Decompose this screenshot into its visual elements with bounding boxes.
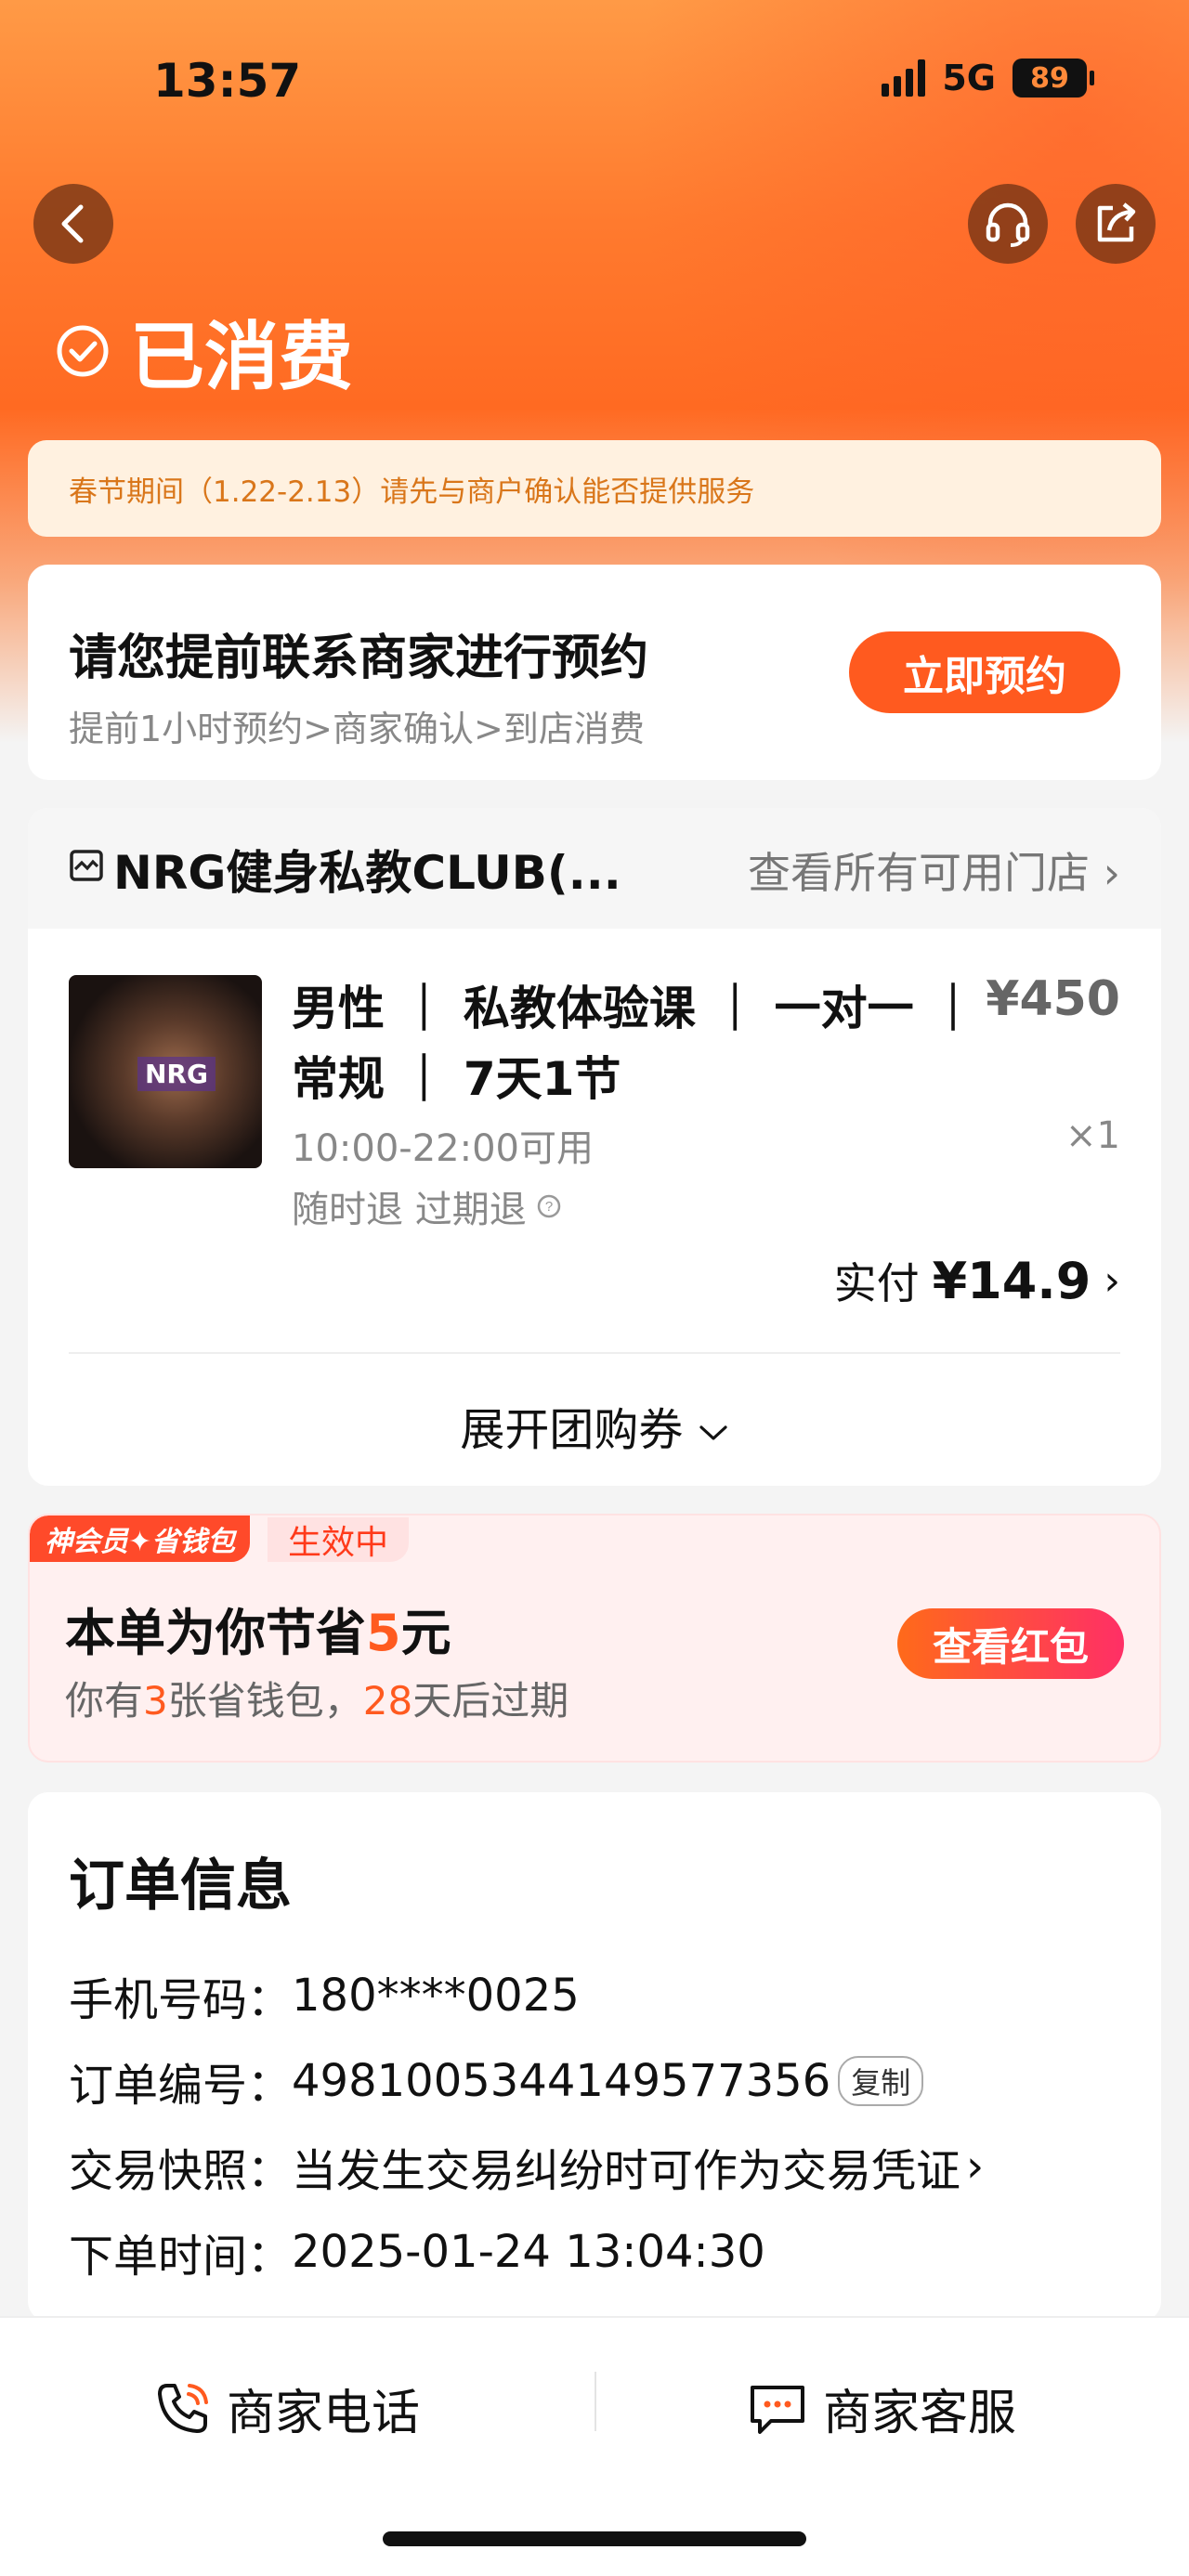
product-card: NRG健身私教CLUB(... 查看所有可用门店 › NRG 男性 ｜ 私教体验… (28, 808, 1161, 1486)
share-button[interactable] (1076, 184, 1156, 264)
battery-icon: 89 (1013, 59, 1094, 98)
savings-title: 本单为你节省5元 (65, 1592, 451, 1665)
chevron-down-icon (699, 1425, 727, 1440)
member-badge: 神会员✦省钱包 (30, 1516, 251, 1562)
order-info-card: 订单信息 手机号码： 180****0025 订单编号： 49810053441… (28, 1792, 1161, 2322)
product-name-line1: 男性 ｜ 私教体验课 ｜ 一对一 ｜ (292, 982, 977, 1035)
product-hours: 10:00-22:00可用 (292, 1127, 594, 1170)
view-red-packet-button[interactable]: 查看红包 (897, 1608, 1124, 1679)
help-icon: ? (537, 1194, 560, 1218)
holiday-notice: 春节期间（1.22-2.13）请先与商户确认能否提供服务 (28, 440, 1161, 537)
savings-sub-part1: 你有 (65, 1678, 144, 1724)
svg-text:?: ? (545, 1199, 553, 1215)
chevron-right-icon: › (1103, 848, 1120, 898)
book-now-button[interactable]: 立即预约 (849, 631, 1120, 713)
snapshot-row[interactable]: 交易快照： 当发生交易纠纷时可作为交易凭证 › (69, 2134, 984, 2199)
order-time-label: 下单时间： (69, 2231, 293, 2283)
order-time-row: 下单时间： 2025-01-24 13:04:30 (69, 2219, 765, 2284)
expand-coupons-button[interactable]: 展开团购券 (28, 1393, 1161, 1458)
order-number-value: 4981005344149577356 (292, 2055, 831, 2107)
network-label: 5G (942, 58, 996, 98)
customer-service-button[interactable] (968, 184, 1048, 264)
savings-subtitle: 你有3张省钱包，28天后过期 (65, 1670, 568, 1726)
merchant-service-button[interactable]: 商家客服 (747, 2374, 1016, 2443)
order-time-value: 2025-01-24 13:04:30 (292, 2226, 765, 2278)
savings-amount: 5 (366, 1604, 401, 1662)
home-indicator[interactable] (383, 2531, 806, 2546)
expire-days: 28 (362, 1678, 413, 1724)
signal-icon (882, 59, 926, 97)
reservation-card: 请您提前联系商家进行预约 提前1小时预约>商家确认>到店消费 立即预约 (28, 565, 1161, 780)
chevron-right-icon: › (966, 2140, 985, 2192)
all-stores-label: 查看所有可用门店 (747, 848, 1090, 898)
store-icon (70, 850, 103, 881)
reservation-subtitle: 提前1小时预约>商家确认>到店消费 (69, 709, 645, 749)
merchant-phone-label: 商家电话 (227, 2386, 421, 2441)
wallet-count: 3 (143, 1678, 168, 1724)
active-status-badge: 生效中 (268, 1517, 410, 1562)
order-status-title: 已消费 (56, 297, 353, 405)
savings-title-prefix: 本单为你节省 (65, 1604, 366, 1662)
expand-label: 展开团购券 (460, 1404, 684, 1456)
order-number-row: 订单编号： 4981005344149577356 复制 (69, 2049, 924, 2114)
product-name-line2: 常规 ｜ 7天1节 (292, 1052, 621, 1106)
chevron-left-icon (61, 204, 84, 243)
check-circle-icon (57, 325, 109, 377)
chat-icon (751, 2385, 804, 2434)
paid-value: ¥14.9 (932, 1251, 1091, 1310)
headset-icon (986, 202, 1030, 247)
savings-card: 神会员✦省钱包 生效中 本单为你节省5元 你有3张省钱包，28天后过期 查看红包 (28, 1514, 1161, 1763)
order-number-label: 订单编号： (69, 2060, 293, 2112)
product-thumbnail[interactable]: NRG (69, 975, 262, 1168)
status-time: 13:57 (153, 54, 302, 108)
reservation-title: 请您提前联系商家进行预约 (69, 631, 649, 686)
store-header[interactable]: NRG健身私教CLUB(... 查看所有可用门店 › (28, 808, 1161, 929)
order-info-title: 订单信息 (69, 1854, 292, 1919)
divider (594, 2372, 596, 2431)
merchant-service-label: 商家客服 (823, 2386, 1017, 2441)
thumbnail-logo-text: NRG (137, 1057, 216, 1091)
copy-button[interactable]: 复制 (838, 2056, 924, 2106)
all-stores-link[interactable]: 查看所有可用门店 › (748, 839, 1120, 901)
phone-icon (158, 2383, 208, 2433)
store-name: NRG健身私教CLUB(... (113, 846, 621, 900)
status-text: 已消费 (130, 314, 353, 400)
snapshot-label: 交易快照： (69, 2145, 293, 2197)
savings-title-suffix: 元 (400, 1604, 451, 1662)
refund-text: 随时退 过期退 (292, 1189, 527, 1231)
phone-value: 180****0025 (292, 1970, 580, 2022)
savings-sub-part2: 张省钱包， (167, 1678, 363, 1724)
original-price: ¥450 (986, 971, 1120, 1027)
paid-label: 实付 (833, 1258, 920, 1308)
merchant-phone-button[interactable]: 商家电话 (154, 2374, 420, 2443)
phone-row: 手机号码： 180****0025 (69, 1963, 580, 2028)
back-button[interactable] (33, 184, 113, 264)
phone-label: 手机号码： (69, 1974, 293, 2026)
divider (69, 1352, 1120, 1354)
refund-policy[interactable]: 随时退 过期退 ? (292, 1179, 562, 1233)
notice-text: 春节期间（1.22-2.13）请先与商户确认能否提供服务 (69, 475, 755, 509)
share-icon (1097, 202, 1136, 242)
chevron-right-icon: › (1104, 1256, 1120, 1305)
snapshot-value: 当发生交易纠纷时可作为交易凭证 (292, 2145, 961, 2197)
quantity: ×1 (1065, 1114, 1120, 1157)
paid-amount-row[interactable]: 实付 ¥14.9 › (834, 1250, 1120, 1311)
savings-sub-part3: 天后过期 (412, 1678, 569, 1724)
status-indicators: 5G 89 (882, 58, 1094, 98)
